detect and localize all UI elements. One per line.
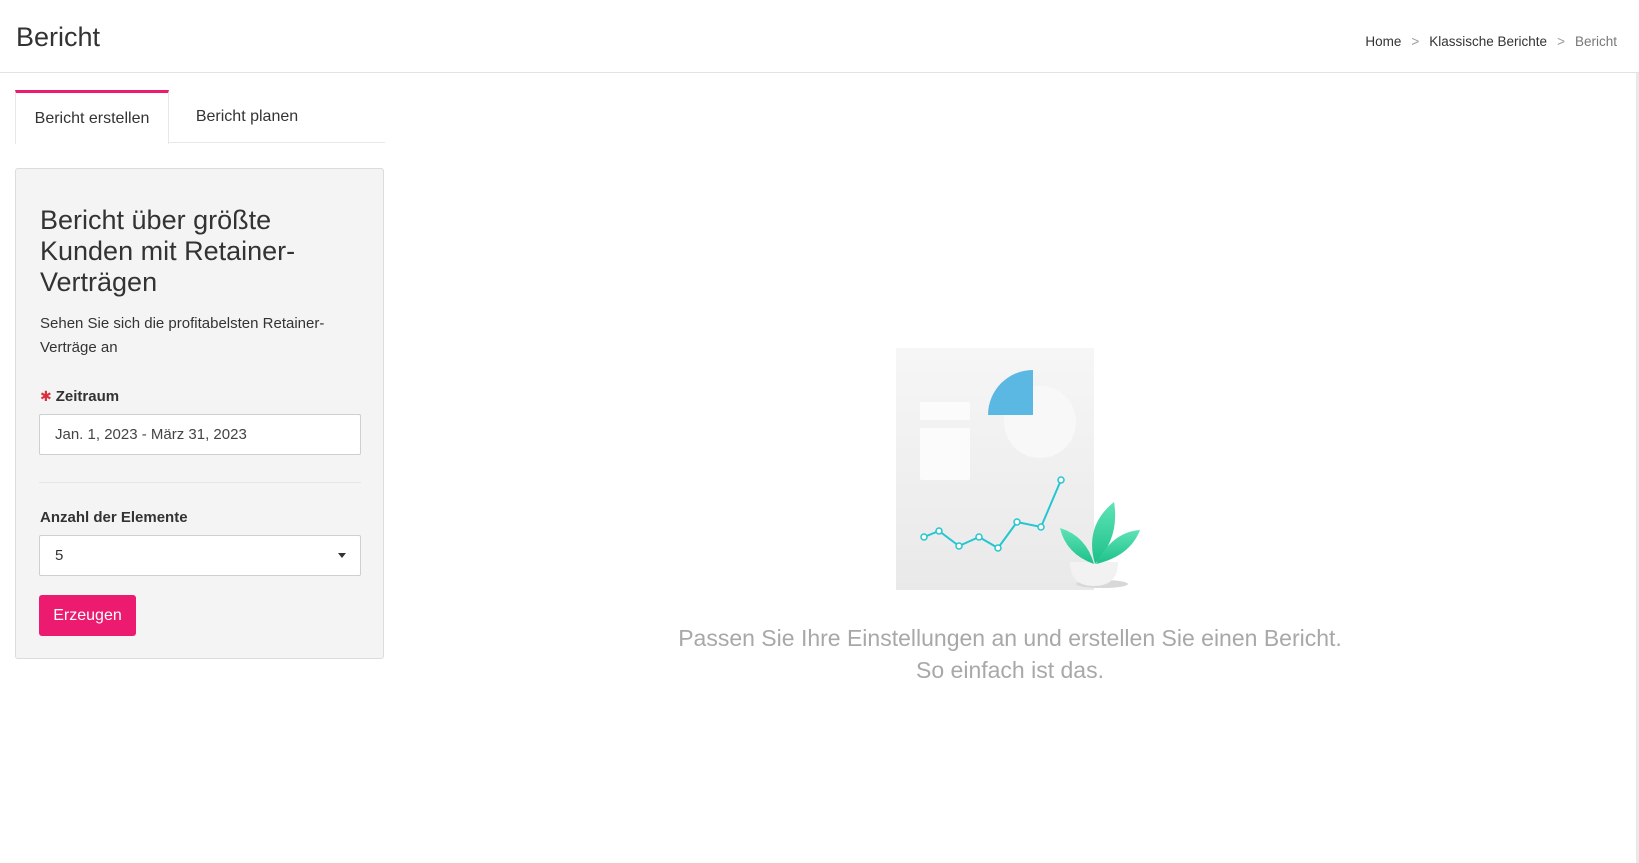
trend-point bbox=[975, 533, 983, 541]
trend-point bbox=[935, 527, 943, 535]
empty-state-message: Passen Sie Ihre Einstellungen an und ers… bbox=[660, 622, 1360, 686]
trend-point bbox=[994, 544, 1002, 552]
generate-button[interactable]: Erzeugen bbox=[39, 595, 136, 636]
breadcrumb-section-link[interactable]: Klassische Berichte bbox=[1429, 34, 1547, 49]
divider bbox=[39, 482, 361, 483]
trend-point bbox=[1037, 523, 1045, 531]
breadcrumb: Home > Klassische Berichte > Bericht bbox=[1365, 34, 1617, 49]
empty-state-line-1: Passen Sie Ihre Einstellungen an und ers… bbox=[678, 625, 1342, 651]
period-label: ✱ Zeitraum bbox=[40, 388, 119, 405]
top-header: Bericht Home > Klassische Berichte > Ber… bbox=[0, 0, 1639, 73]
page-title: Bericht bbox=[16, 22, 101, 52]
item-count-label: Anzahl der Elemente bbox=[40, 509, 188, 526]
tab-schedule-report[interactable]: Bericht planen bbox=[169, 90, 325, 143]
tab-create-report[interactable]: Bericht erstellen bbox=[15, 90, 169, 144]
breadcrumb-current: Bericht bbox=[1574, 34, 1617, 49]
chevron-down-icon bbox=[338, 553, 346, 558]
report-settings-panel: Bericht über größte Kunden mit Retainer-… bbox=[15, 168, 384, 659]
required-marker: ✱ bbox=[40, 388, 52, 404]
breadcrumb-separator: > bbox=[1411, 34, 1420, 49]
item-count-select[interactable]: 5 bbox=[39, 535, 361, 576]
block-small bbox=[920, 402, 970, 420]
breadcrumb-separator: > bbox=[1557, 34, 1565, 49]
trend-point bbox=[1057, 476, 1065, 484]
block-large bbox=[920, 428, 970, 480]
period-date-range-input[interactable] bbox=[39, 414, 361, 455]
report-description: Sehen Sie sich die profitabelsten Retain… bbox=[40, 315, 325, 356]
item-count-value: 5 bbox=[55, 547, 64, 564]
report-tabs: Bericht erstellen Bericht planen bbox=[15, 90, 385, 144]
report-illustration-icon bbox=[890, 340, 1140, 590]
trend-point bbox=[920, 533, 928, 541]
trend-point bbox=[1013, 518, 1021, 526]
trend-point bbox=[955, 542, 963, 550]
period-label-text: Zeitraum bbox=[55, 388, 120, 405]
report-illustration-svg bbox=[896, 348, 1140, 590]
report-title: Bericht über größte Kunden mit Retainer-… bbox=[40, 205, 296, 297]
breadcrumb-home-link[interactable]: Home bbox=[1365, 34, 1401, 49]
empty-state-line-2: So einfach ist das. bbox=[916, 657, 1104, 683]
